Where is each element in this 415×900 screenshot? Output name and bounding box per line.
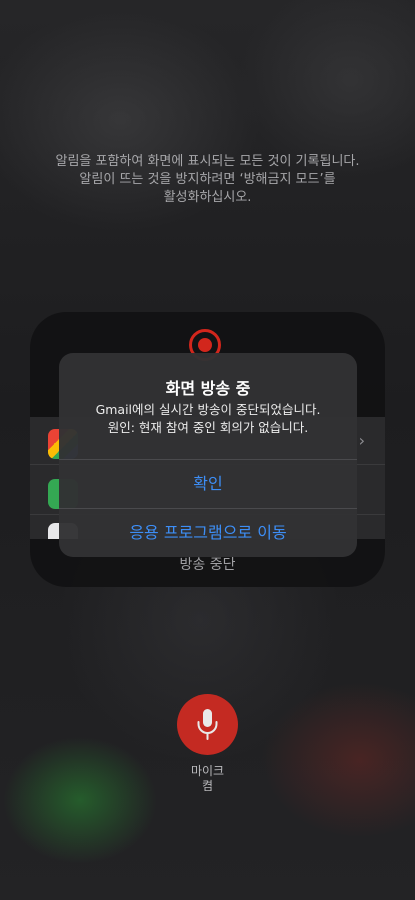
mic-label-line-1: 마이크 bbox=[190, 764, 225, 778]
ok-button[interactable]: 확인 bbox=[59, 460, 357, 508]
broadcast-alert-dialog: 화면 방송 중 Gmail에의 실시간 방송이 중단되었습니다. 원인: 현재 … bbox=[59, 353, 357, 557]
alert-message-line-1: Gmail에의 실시간 방송이 중단되었습니다. bbox=[95, 402, 321, 417]
microphone-label: 마이크 켬 bbox=[0, 764, 415, 794]
microphone-toggle-button[interactable] bbox=[177, 694, 238, 755]
notice-line-2: 알림이 뜨는 것을 방지하려면 ‘방해금지 모드’를 bbox=[79, 172, 336, 187]
alert-title: 화면 방송 중 bbox=[165, 379, 251, 398]
notice-line-1: 알림을 포함하여 화면에 표시되는 모든 것이 기록됩니다. bbox=[55, 154, 360, 169]
alert-message-line-2: 원인: 현재 참여 중인 회의가 없습니다. bbox=[107, 420, 309, 435]
open-app-button[interactable]: 응용 프로그램으로 이동 bbox=[59, 509, 357, 557]
microphone-icon bbox=[197, 709, 218, 740]
recording-notice: 알림을 포함하여 화면에 표시되는 모든 것이 기록됩니다. 알림이 뜨는 것을… bbox=[0, 153, 415, 207]
alert-message: Gmail에의 실시간 방송이 중단되었습니다. 원인: 현재 참여 중인 회의… bbox=[59, 401, 357, 437]
stop-broadcast-button[interactable]: 방송 중단 bbox=[30, 554, 385, 574]
mic-label-line-2: 켬 bbox=[201, 779, 214, 793]
notice-line-3: 활성화하십시오. bbox=[163, 190, 252, 205]
chevron-icon: › bbox=[358, 431, 365, 450]
